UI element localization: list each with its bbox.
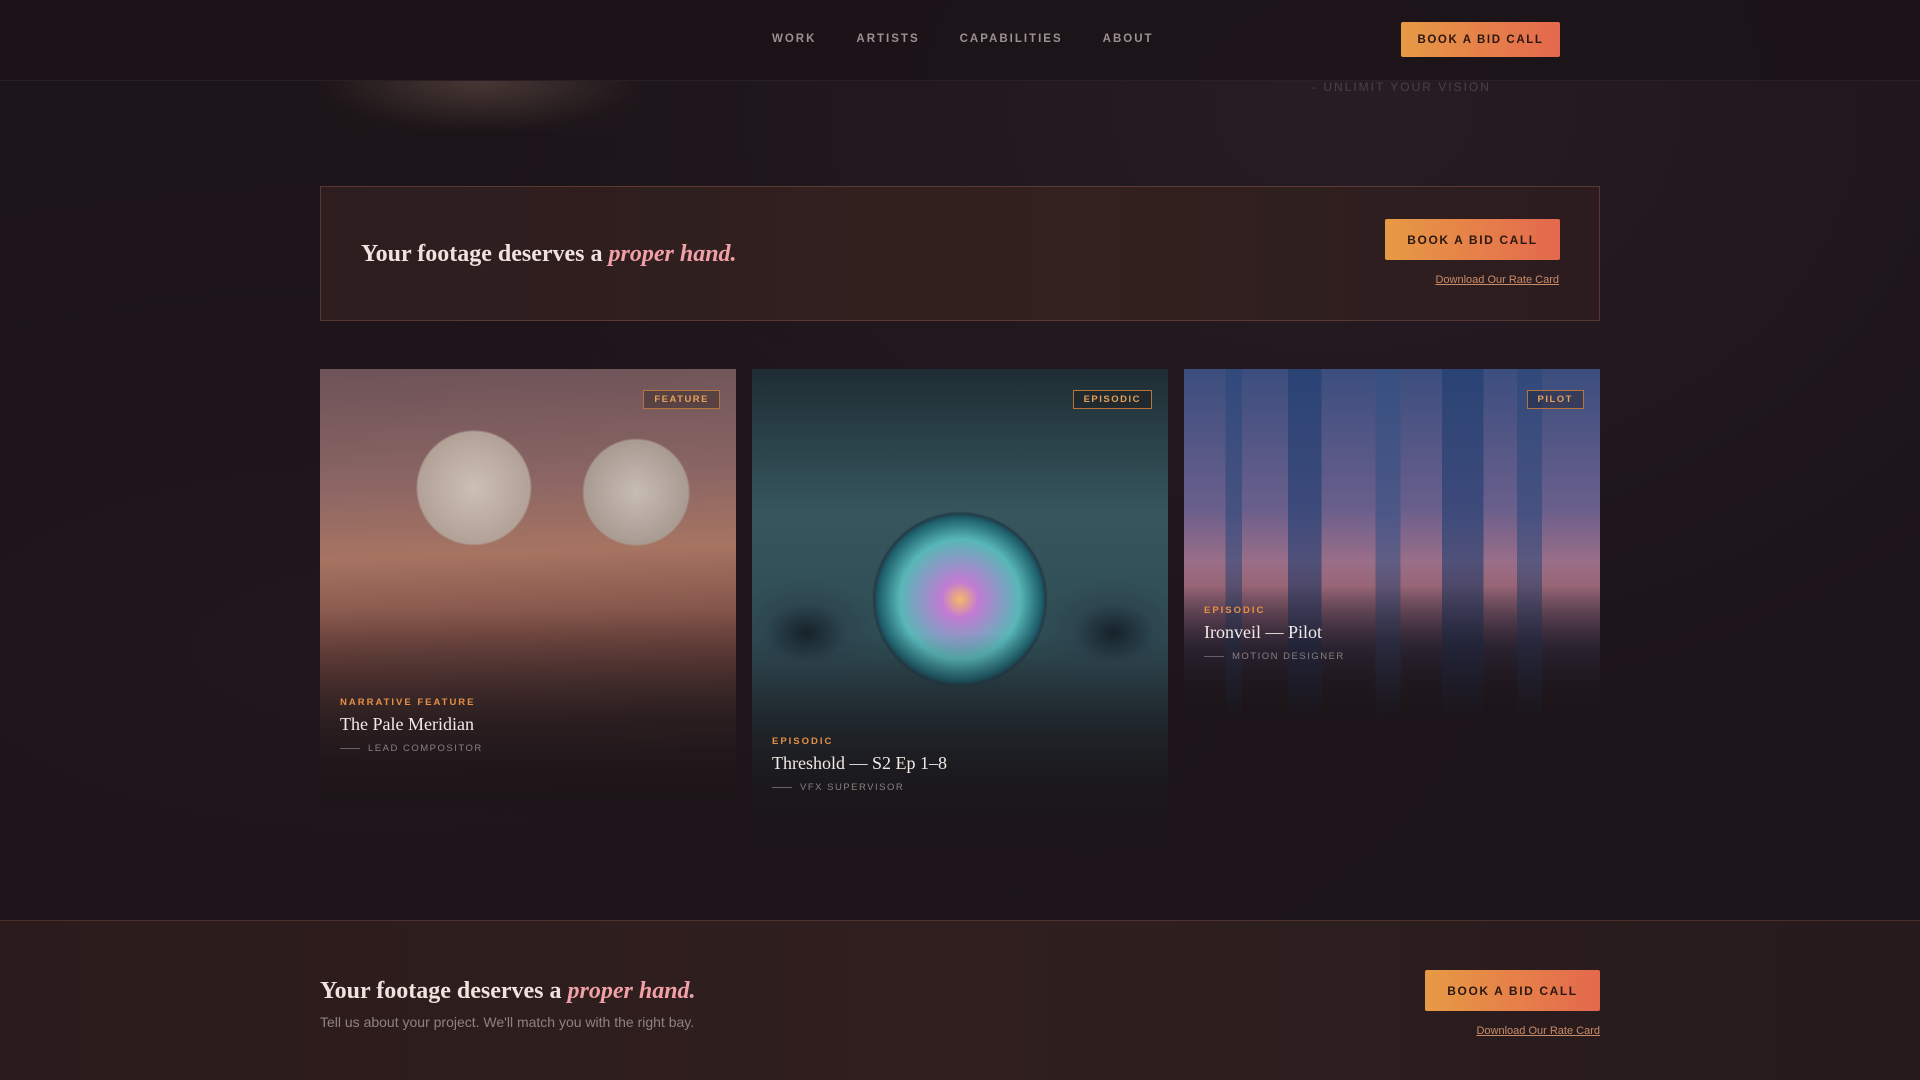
cta-headline-text: Your footage deserves a [361, 241, 603, 267]
nav-item-about[interactable]: ABOUT [1103, 33, 1154, 45]
project-card-meta: EPISODIC Threshold — S2 Ep 1–8 VFX SUPER… [772, 736, 947, 793]
project-role-label: MOTION DESIGNER [1232, 651, 1345, 662]
project-role: VFX SUPERVISOR [772, 782, 947, 793]
footer-cta-headline-text: Your footage deserves a [320, 978, 562, 1004]
project-type-badge: FEATURE [643, 390, 720, 409]
role-divider [340, 748, 360, 749]
footer-download-rate-card-link[interactable]: Download Our Rate Card [1476, 1025, 1600, 1037]
project-title: Ironveil — Pilot [1204, 622, 1322, 642]
nav-item-work[interactable]: WORK [772, 33, 816, 45]
site-header: WORK ARTISTS CAPABILITIES ABOUT BOOK A B… [0, 0, 1920, 81]
footer-book-bid-call-button[interactable]: BOOK A BID CALL [1425, 970, 1600, 1011]
project-role-label: VFX SUPERVISOR [800, 782, 905, 793]
nav-item-artists[interactable]: ARTISTS [856, 33, 919, 45]
project-title: The Pale Meridian [340, 714, 474, 734]
project-category: EPISODIC [1204, 605, 1266, 616]
project-role: MOTION DESIGNER [1204, 651, 1345, 662]
main-nav: WORK ARTISTS CAPABILITIES ABOUT [772, 33, 1154, 45]
cta-headline: Your footage deserves a proper hand. [361, 241, 737, 268]
header-book-bid-call-button[interactable]: BOOK A BID CALL [1401, 22, 1560, 57]
card-gradient-overlay [1184, 369, 1600, 719]
project-title: Threshold — S2 Ep 1–8 [772, 753, 947, 773]
project-card-meta: EPISODIC Ironveil — Pilot MOTION DESIGNE… [1204, 605, 1345, 662]
role-divider [772, 787, 792, 788]
project-card[interactable]: FEATURE NARRATIVE FEATURE The Pale Merid… [320, 369, 736, 809]
cta-headline-emphasis: proper hand. [608, 241, 737, 267]
project-card[interactable]: EPISODIC EPISODIC Threshold — S2 Ep 1–8 … [752, 369, 1168, 849]
project-category: EPISODIC [772, 736, 834, 747]
cta-banner: Your footage deserves a proper hand. BOO… [320, 186, 1600, 321]
footer-cta-subtext: Tell us about your project. We'll match … [320, 1014, 695, 1030]
faded-tagline: - UNLIMIT YOUR VISION [1312, 80, 1491, 94]
footer-cta: Your footage deserves a proper hand. Tel… [0, 920, 1920, 1080]
nav-item-capabilities[interactable]: CAPABILITIES [960, 33, 1063, 45]
project-role-label: LEAD COMPOSITOR [368, 743, 483, 754]
role-divider [1204, 656, 1224, 657]
project-card-meta: NARRATIVE FEATURE The Pale Meridian LEAD… [340, 697, 483, 754]
project-type-badge: PILOT [1526, 390, 1584, 409]
project-type-badge: EPISODIC [1072, 390, 1152, 409]
download-rate-card-link[interactable]: Download Our Rate Card [1435, 274, 1559, 286]
project-card[interactable]: PILOT EPISODIC Ironveil — Pilot MOTION D… [1184, 369, 1600, 719]
footer-cta-headline: Your footage deserves a proper hand. [320, 978, 696, 1005]
footer-cta-headline-emphasis: proper hand. [567, 978, 696, 1004]
cta-book-bid-call-button[interactable]: BOOK A BID CALL [1385, 219, 1560, 260]
project-role: LEAD COMPOSITOR [340, 743, 483, 754]
previous-section-image [320, 81, 640, 131]
project-category: NARRATIVE FEATURE [340, 697, 476, 708]
